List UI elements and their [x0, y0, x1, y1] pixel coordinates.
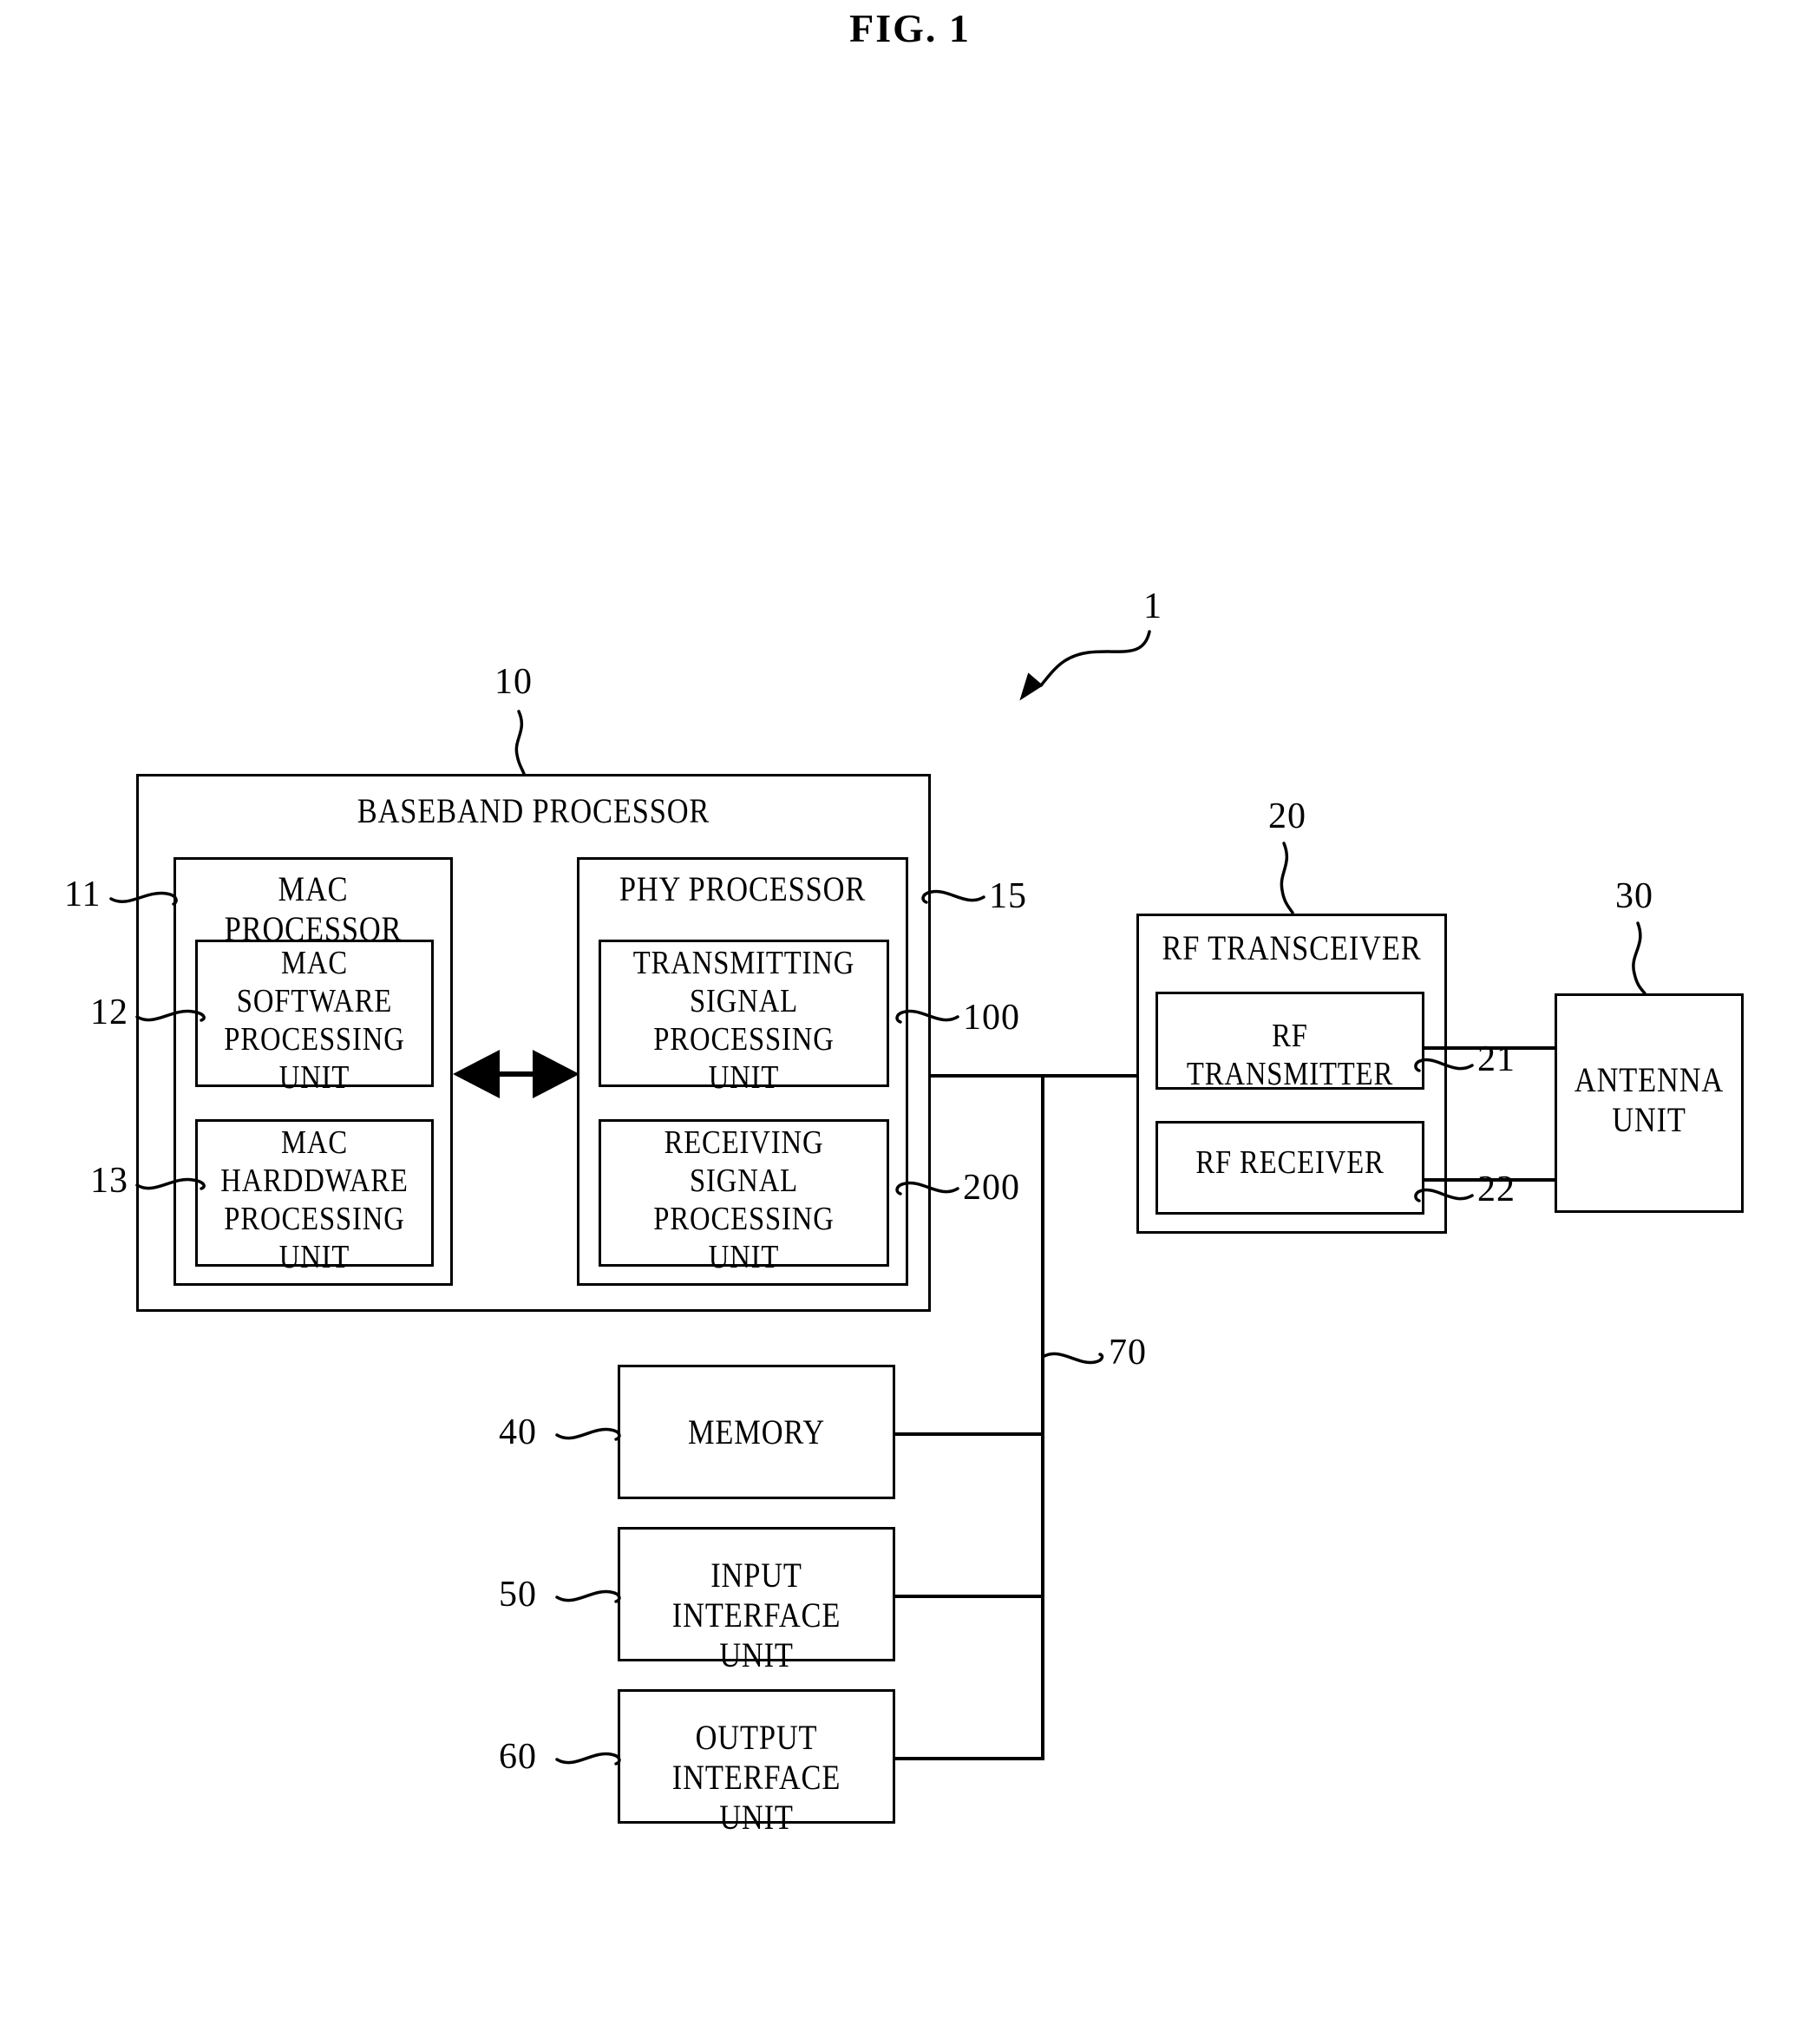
refnum-antenna-unit: 30 [1615, 876, 1653, 916]
refnum-bus: 70 [1109, 1333, 1147, 1373]
leader-bus [1041, 1352, 1104, 1365]
memory-label: MEMORY [687, 1412, 826, 1451]
patent-figure-page: FIG. 1 BASEBAND PROCESSOR MAC PROCESSOR … [0, 0, 1820, 2018]
leader-memory [555, 1427, 621, 1441]
leader-rf-transceiver [1280, 842, 1294, 914]
refnum-mac-processor: 11 [64, 875, 101, 914]
rf-transmitter-label: RF TRANSMITTER [1186, 1018, 1394, 1092]
leader-output-interface [555, 1752, 621, 1766]
input-interface-unit-label: INPUT INTERFACE UNIT [671, 1556, 841, 1674]
refnum-receiving-unit: 200 [963, 1168, 1020, 1208]
refnum-memory: 40 [499, 1412, 537, 1452]
rf-receiver-label: RF RECEIVER [1195, 1144, 1385, 1181]
receiving-signal-processing-unit-label: RECEIVING SIGNAL PROCESSING UNIT [653, 1124, 835, 1275]
antenna-unit-label: ANTENNA UNIT [1574, 1060, 1725, 1139]
refnum-mac-hardware-unit: 13 [90, 1161, 128, 1201]
refnum-input-interface: 50 [499, 1575, 537, 1615]
mac-processor-label: MAC PROCESSOR [224, 869, 403, 948]
refnum-baseband-processor: 10 [494, 662, 533, 702]
refnum-rf-receiver: 22 [1477, 1170, 1516, 1209]
transmitting-signal-processing-unit-label: TRANSMITTING SIGNAL PROCESSING UNIT [632, 945, 855, 1096]
refnum-apparatus: 1 [1143, 586, 1162, 626]
mac-hardware-processing-unit-label: MAC HARDDWARE PROCESSING UNIT [220, 1124, 409, 1275]
leader-input-interface [555, 1589, 621, 1603]
leader-apparatus [1039, 630, 1151, 687]
system-bus-line [1041, 1074, 1044, 1759]
connector-memory-to-bus [895, 1432, 1044, 1436]
leader-antenna-unit [1632, 921, 1647, 995]
refnum-mac-software-unit: 12 [90, 993, 128, 1032]
rf-transceiver-label: RF TRANSCEIVER [1162, 928, 1422, 967]
connector-input-to-bus [895, 1595, 1044, 1598]
refnum-output-interface: 60 [499, 1737, 537, 1777]
mac-software-processing-unit-label: MAC SOFTWARE PROCESSING UNIT [224, 945, 405, 1096]
refnum-phy-processor: 15 [989, 876, 1027, 916]
phy-processor-label: PHY PROCESSOR [619, 869, 867, 908]
figure-title: FIG. 1 [849, 6, 971, 50]
leader-phy-processor [921, 889, 985, 904]
connector-output-to-bus [895, 1757, 1044, 1760]
refnum-rf-transmitter: 21 [1477, 1039, 1516, 1079]
baseband-processor-label: BASEBAND PROCESSOR [357, 791, 710, 830]
arrowhead-apparatus [1019, 672, 1044, 701]
connector-baseband-to-rf [931, 1074, 1138, 1078]
refnum-rf-transceiver: 20 [1268, 796, 1306, 836]
leader-baseband-processor [514, 710, 526, 776]
output-interface-unit-label: OUTPUT INTERFACE UNIT [671, 1718, 841, 1837]
refnum-transmitting-unit: 100 [963, 998, 1020, 1038]
